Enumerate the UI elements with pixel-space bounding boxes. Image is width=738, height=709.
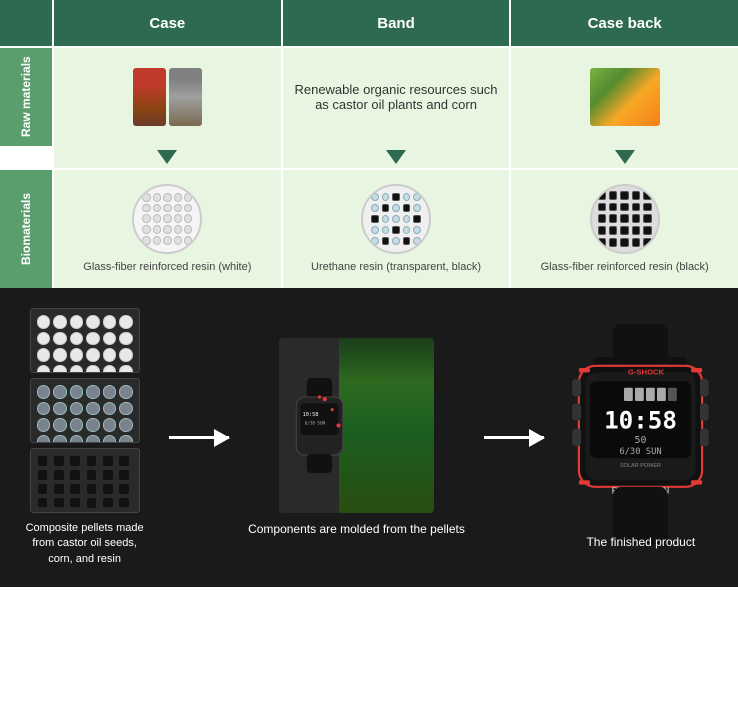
clear-dots — [31, 379, 139, 442]
bio-case-circle — [132, 184, 202, 254]
bio-band-circle — [361, 184, 431, 254]
arrow-case — [52, 146, 281, 168]
corn-image — [590, 68, 660, 126]
svg-text:50: 50 — [635, 435, 647, 446]
white-dots — [31, 309, 139, 372]
header-row: Case Band Case back — [0, 0, 738, 46]
raw-materials-label: Raw materials — [0, 48, 52, 146]
down-arrow-band — [386, 150, 406, 164]
raw-materials-row: Raw materials Renewable organic resource… — [0, 46, 738, 146]
arrow-1 — [169, 436, 229, 439]
raw-case-images — [133, 68, 202, 126]
plant-image — [133, 68, 166, 126]
forest-background — [339, 338, 434, 513]
biomaterials-row: Biomaterials Glass-fiber reinforced resi… — [0, 168, 738, 288]
raw-band-text: Renewable organic resources such as cast… — [291, 82, 502, 112]
svg-text:10:58: 10:58 — [303, 412, 319, 418]
finished-label: The finished product — [586, 534, 695, 551]
h-arrow-2 — [484, 436, 544, 439]
svg-text:6/30 SUN: 6/30 SUN — [620, 447, 662, 457]
molded-section: 10:58 6/30 SUN Components are molded fro… — [248, 338, 465, 538]
raw-caseback-cell — [509, 48, 738, 146]
clear-pellet-box — [30, 378, 140, 443]
raw-case-cell — [52, 48, 281, 146]
finished-section: G-SHOCK 10:58 50 6/30 SUN SOLAR POWER PR… — [563, 324, 718, 551]
bio-band-cell: Urethane resin (transparent, black) — [281, 170, 510, 288]
header-caseback: Case back — [509, 0, 738, 46]
bio-caseback-circle — [590, 184, 660, 254]
bio-case-label: Glass-fiber reinforced resin (white) — [83, 260, 251, 274]
bio-black-sq-dots — [592, 185, 658, 253]
top-section: Case Band Case back Raw materials Renewa… — [0, 0, 738, 288]
bio-white-dots — [134, 185, 200, 253]
bio-caseback-cell: Glass-fiber reinforced resin (black) — [509, 170, 738, 288]
header-case: Case — [52, 0, 281, 46]
bio-clear-black-dots — [363, 185, 429, 253]
small-watch-svg: 10:58 6/30 SUN — [287, 378, 352, 473]
white-pellet-box — [30, 308, 140, 373]
molded-label: Components are molded from the pellets — [248, 521, 465, 538]
arrow-spacer — [0, 146, 52, 168]
black-sq-dots — [31, 449, 139, 512]
raw-band-cell: Renewable organic resources such as cast… — [281, 48, 510, 146]
header-spacer — [0, 0, 52, 46]
bio-band-label: Urethane resin (transparent, black) — [311, 260, 481, 274]
watch-composite-box: 10:58 6/30 SUN — [279, 338, 434, 513]
arrow-2 — [484, 436, 544, 439]
seeds-image — [169, 68, 202, 126]
black-pellet-box — [30, 448, 140, 513]
finished-watch-svg: G-SHOCK 10:58 50 6/30 SUN SOLAR POWER PR… — [563, 324, 718, 544]
header-band: Band — [281, 0, 510, 46]
arrow-caseback — [509, 146, 738, 168]
svg-text:G-SHOCK: G-SHOCK — [628, 368, 665, 377]
bio-case-cell: Glass-fiber reinforced resin (white) — [52, 170, 281, 288]
arrow-band — [281, 146, 510, 168]
down-arrow-case — [157, 150, 177, 164]
down-arrow-caseback — [615, 150, 635, 164]
bio-caseback-label: Glass-fiber reinforced resin (black) — [541, 260, 709, 274]
arrow-row — [0, 146, 738, 168]
svg-text:10:58: 10:58 — [604, 407, 677, 435]
svg-text:SOLAR POWER: SOLAR POWER — [620, 463, 661, 469]
h-arrow-1 — [169, 436, 229, 439]
biomaterials-label: Biomaterials — [0, 170, 52, 288]
pellets-label: Composite pellets made from castor oil s… — [20, 521, 150, 567]
pellets-section: Composite pellets made from castor oil s… — [20, 308, 150, 567]
bottom-section: Composite pellets made from castor oil s… — [0, 288, 738, 587]
svg-text:6/30 SUN: 6/30 SUN — [305, 420, 326, 425]
